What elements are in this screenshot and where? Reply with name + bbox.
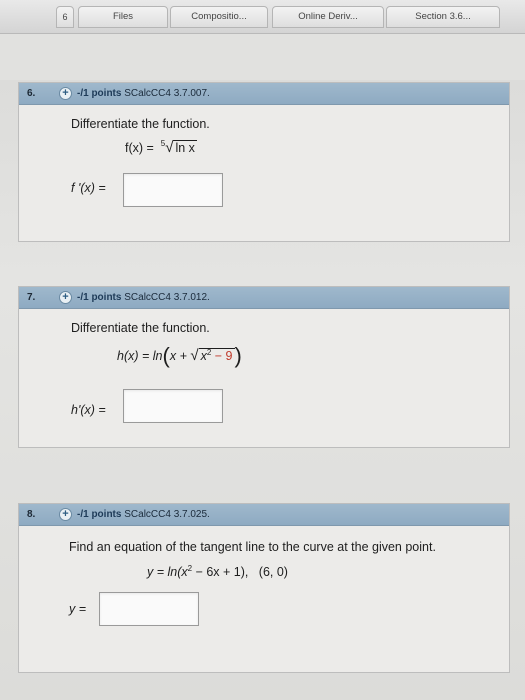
question-header: 6. + -/1 points SCalcCC4 3.7.007. bbox=[19, 83, 509, 105]
expand-plus-icon[interactable]: + bbox=[59, 87, 72, 100]
tab-count[interactable]: 6 bbox=[56, 6, 74, 28]
question-header: 8. + -/1 points SCalcCC4 3.7.025. bbox=[19, 504, 509, 526]
question-points: -/1 points SCalcCC4 3.7.007. bbox=[77, 88, 210, 99]
given-point: (6, 0) bbox=[258, 565, 288, 580]
tab-composition[interactable]: Compositio... bbox=[170, 6, 268, 28]
question-prompt: Find an equation of the tangent line to … bbox=[69, 540, 436, 554]
question-points: -/1 points SCalcCC4 3.7.012. bbox=[77, 292, 210, 303]
browser-tab-bar: 6 Files Compositio... Online Deriv... Se… bbox=[0, 0, 525, 34]
question-8-panel: 8. + -/1 points SCalcCC4 3.7.025. Find a… bbox=[18, 503, 510, 673]
answer-input[interactable] bbox=[123, 173, 223, 207]
expand-plus-icon[interactable]: + bbox=[59, 291, 72, 304]
question-header: 7. + -/1 points SCalcCC4 3.7.012. bbox=[19, 287, 509, 309]
answer-label: h'(x) = bbox=[71, 403, 106, 417]
tab-files[interactable]: Files bbox=[78, 6, 168, 28]
question-prompt: Differentiate the function. bbox=[71, 321, 210, 335]
tab-online-derivative[interactable]: Online Deriv... bbox=[272, 6, 384, 28]
question-number: 6. bbox=[27, 88, 36, 99]
question-number: 8. bbox=[27, 509, 36, 520]
answer-label: f '(x) = bbox=[71, 181, 106, 195]
answer-label: y = bbox=[69, 602, 87, 616]
expand-plus-icon[interactable]: + bbox=[59, 508, 72, 521]
question-6-panel: 6. + -/1 points SCalcCC4 3.7.007. Differ… bbox=[18, 82, 510, 242]
function-formula: f(x) = 5√ ln x bbox=[125, 139, 197, 156]
question-points: -/1 points SCalcCC4 3.7.025. bbox=[77, 509, 210, 520]
answer-input[interactable] bbox=[123, 389, 223, 423]
answer-input[interactable] bbox=[99, 592, 199, 626]
tab-section-3-6[interactable]: Section 3.6... bbox=[386, 6, 500, 28]
page-top-area bbox=[0, 34, 525, 80]
function-formula: h(x) = ln(x + √ x2 − 9) bbox=[117, 343, 242, 368]
question-number: 7. bbox=[27, 292, 36, 303]
question-7-panel: 7. + -/1 points SCalcCC4 3.7.012. Differ… bbox=[18, 286, 510, 448]
question-prompt: Differentiate the function. bbox=[71, 117, 210, 131]
curve-equation: y = ln(x2 − 6x + 1), (6, 0) bbox=[147, 564, 288, 580]
